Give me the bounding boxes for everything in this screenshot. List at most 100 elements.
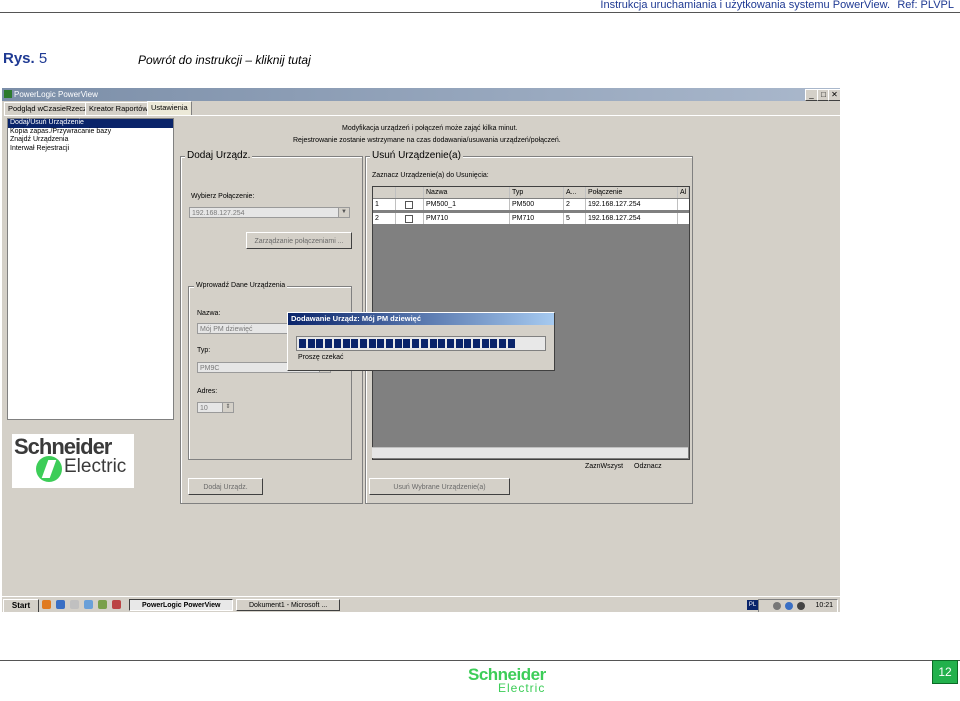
app-quick-icon[interactable]	[112, 600, 121, 609]
table-horizontal-scrollbar[interactable]	[372, 447, 688, 458]
progress-block	[403, 339, 411, 348]
schneider-mark-icon	[36, 456, 62, 482]
progress-block	[307, 339, 315, 348]
window-title: PowerLogic PowerView	[14, 90, 98, 99]
select-all-link[interactable]: ZaznWszyst	[585, 463, 623, 470]
manage-connections-button[interactable]: Zarządzanie połączeniami ...	[246, 232, 352, 249]
info-text-1: Modyfikacja urządzeń i połączeń może zaj…	[342, 125, 518, 132]
chevron-down-icon: ▼	[338, 208, 349, 217]
system-tray: 10:21	[758, 599, 838, 612]
volume-icon[interactable]	[797, 602, 805, 610]
tab-divider	[4, 115, 840, 116]
progress-block	[429, 339, 437, 348]
progress-block	[325, 339, 333, 348]
outlook-icon[interactable]	[84, 600, 93, 609]
connection-select[interactable]: 192.168.127.254 ▼	[189, 207, 350, 218]
select-devices-label: Zaznacz Urządzenie(a) do Usunięcia:	[372, 172, 489, 179]
sidebar-item-find-devices[interactable]: Znajdź Urządzenia	[8, 136, 173, 145]
explorer-icon[interactable]	[70, 600, 79, 609]
progress-block	[499, 339, 507, 348]
document-title: Instrukcja uruchamiania i użytkowania sy…	[600, 0, 890, 11]
add-device-legend: Dodaj Urządz.	[185, 150, 253, 161]
progress-block	[359, 339, 367, 348]
progress-block	[446, 339, 454, 348]
column-type[interactable]: Typ	[510, 187, 564, 198]
spin-icon: ⇕	[222, 403, 233, 412]
progress-block	[455, 339, 463, 348]
progress-block	[351, 339, 359, 348]
desktop-icon[interactable]	[98, 600, 107, 609]
progress-dialog: Dodawanie Urządz: Mój PM dziewięć Proszę…	[287, 312, 555, 371]
connection-label: Wybierz Połączenie:	[191, 193, 255, 200]
address-label: Adres:	[197, 388, 218, 395]
start-button[interactable]: Start	[3, 599, 39, 612]
task-powerview[interactable]: PowerLogic PowerView	[129, 599, 233, 611]
progress-block	[473, 339, 480, 348]
footer-rule	[0, 660, 960, 661]
figure-number: 5	[38, 50, 48, 67]
progress-block	[333, 339, 341, 348]
footer-logo: Schneider Electric	[468, 665, 546, 695]
progress-bar	[296, 336, 546, 351]
remove-device-legend: Usuń Urządzenie(a)	[370, 150, 463, 161]
row-checkbox[interactable]	[405, 201, 413, 209]
tab-realtime[interactable]: Podgląd wCzasieRzecz	[4, 102, 91, 115]
page-number: 12	[932, 660, 958, 684]
app-screenshot: PowerLogic PowerView _ □ ✕ Podgląd wCzas…	[2, 88, 840, 612]
progress-block	[299, 339, 306, 348]
tab-settings[interactable]: Ustawienia	[147, 101, 192, 115]
column-name[interactable]: Nazwa	[424, 187, 510, 198]
figure-label: Rys. 5	[3, 50, 48, 67]
table-row[interactable]: 1 PM500_1 PM500 2 192.168.127.254	[373, 199, 689, 210]
clock: 10:21	[815, 602, 833, 609]
deselect-link[interactable]: Odznacz	[634, 463, 662, 470]
address-stepper[interactable]: 10 ⇕	[197, 402, 234, 413]
progress-block	[490, 339, 498, 348]
ie-icon[interactable]	[56, 600, 65, 609]
task-document[interactable]: Dokument1 - Microsoft ...	[236, 599, 340, 611]
progress-block	[438, 339, 446, 348]
column-address[interactable]: A...	[564, 187, 586, 198]
type-label: Typ:	[197, 347, 211, 354]
progress-block	[420, 339, 428, 348]
language-indicator[interactable]: PL	[747, 600, 758, 610]
table-header: Nazwa Typ A... Połączenie Al	[373, 187, 689, 198]
row-checkbox[interactable]	[405, 215, 413, 223]
window-titlebar: PowerLogic PowerView _ □ ✕	[2, 88, 840, 101]
header-rule	[0, 12, 960, 13]
add-device-button[interactable]: Dodaj Urządz.	[188, 478, 263, 495]
remove-selected-button[interactable]: Usuń Wybrane Urządzenie(a)	[369, 478, 510, 495]
progress-block	[342, 339, 350, 348]
column-al[interactable]: Al	[678, 187, 689, 198]
progress-block	[368, 339, 376, 348]
progress-block	[394, 339, 402, 348]
progress-block	[412, 339, 420, 348]
info-text-2: Rejestrowanie zostanie wstrzymane na cza…	[293, 137, 561, 144]
sidebar-item-add-remove[interactable]: Dodaj/Usuń Urządzenie	[8, 119, 173, 128]
progress-block	[386, 339, 393, 348]
close-button[interactable]: ✕	[828, 89, 840, 101]
schneider-logo: Schneider Electric	[12, 434, 134, 488]
progress-block	[316, 339, 324, 348]
dialog-title: Dodawanie Urządz: Mój PM dziewięć	[288, 313, 554, 325]
tab-reports[interactable]: Kreator Raportów	[85, 102, 152, 115]
dialog-message: Proszę czekać	[298, 354, 344, 361]
document-ref: Ref: PLVPL	[897, 0, 954, 11]
settings-list: Dodaj/Usuń Urządzenie Kopia zapas./Przyw…	[7, 118, 174, 420]
table-row[interactable]: 2 PM710 PM710 5 192.168.127.254	[373, 213, 689, 224]
taskbar: Start PowerLogic PowerView Dokument1 - M…	[2, 596, 840, 612]
network-icon[interactable]	[785, 602, 793, 610]
progress-block	[481, 339, 489, 348]
device-data-legend: Wprowadź Dane Urządzenia	[194, 282, 288, 289]
back-to-instructions-link[interactable]: Powrót do instrukcji – kliknij tutaj	[138, 53, 311, 67]
progress-block	[507, 339, 515, 348]
sidebar-item-logging-interval[interactable]: Interwał Rejestracji	[8, 145, 173, 154]
firefox-icon[interactable]	[42, 600, 51, 609]
progress-block	[377, 339, 385, 348]
app-icon	[4, 90, 12, 98]
tray-icon[interactable]	[773, 602, 781, 610]
sidebar-item-backup[interactable]: Kopia zapas./Przywracanie bazy	[8, 128, 173, 137]
column-connection[interactable]: Połączenie	[586, 187, 678, 198]
document-header: Instrukcja uruchamiania i użytkowania sy…	[0, 0, 960, 14]
name-label: Nazwa:	[197, 310, 221, 317]
